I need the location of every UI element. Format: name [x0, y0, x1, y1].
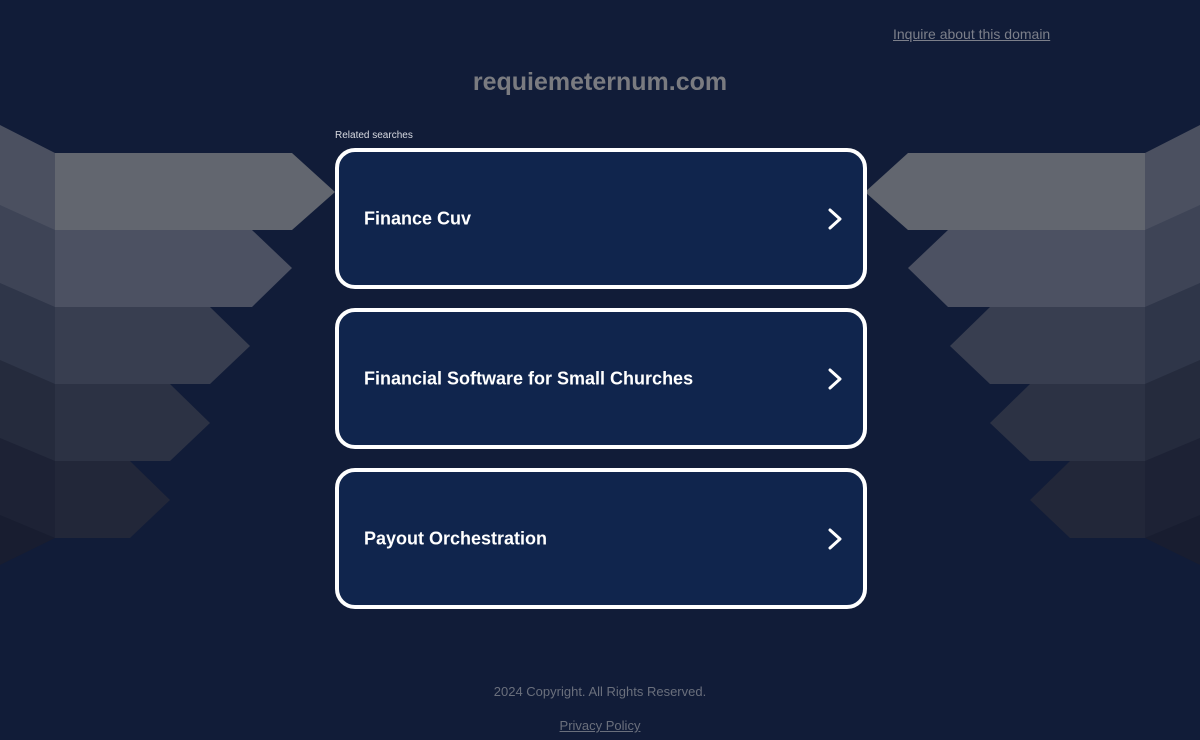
related-search-card-finance-cuv[interactable]: Finance Cuv [335, 148, 867, 289]
chevron-right-icon [828, 368, 842, 389]
privacy-policy-link[interactable]: Privacy Policy [560, 718, 641, 733]
inquire-domain-link[interactable]: Inquire about this domain [893, 26, 1050, 42]
domain-title: requiemeternum.com [472, 68, 728, 96]
privacy-policy-container: Privacy Policy [0, 718, 1200, 733]
copyright-text: 2024 Copyright. All Rights Reserved. [493, 684, 707, 699]
related-search-card-payout-orchestration[interactable]: Payout Orchestration [335, 468, 867, 609]
chevron-right-icon [828, 528, 842, 549]
chevron-right-icon [828, 208, 842, 229]
related-search-label: Finance Cuv [364, 208, 472, 228]
related-search-label: Financial Software for Small Churches [364, 368, 694, 388]
related-search-label: Payout Orchestration [364, 528, 548, 548]
parked-domain-page: Inquire about this domain requiemeternum… [0, 0, 1200, 740]
related-searches-label: Related searches [335, 130, 413, 141]
related-search-card-financial-software[interactable]: Financial Software for Small Churches [335, 308, 867, 449]
